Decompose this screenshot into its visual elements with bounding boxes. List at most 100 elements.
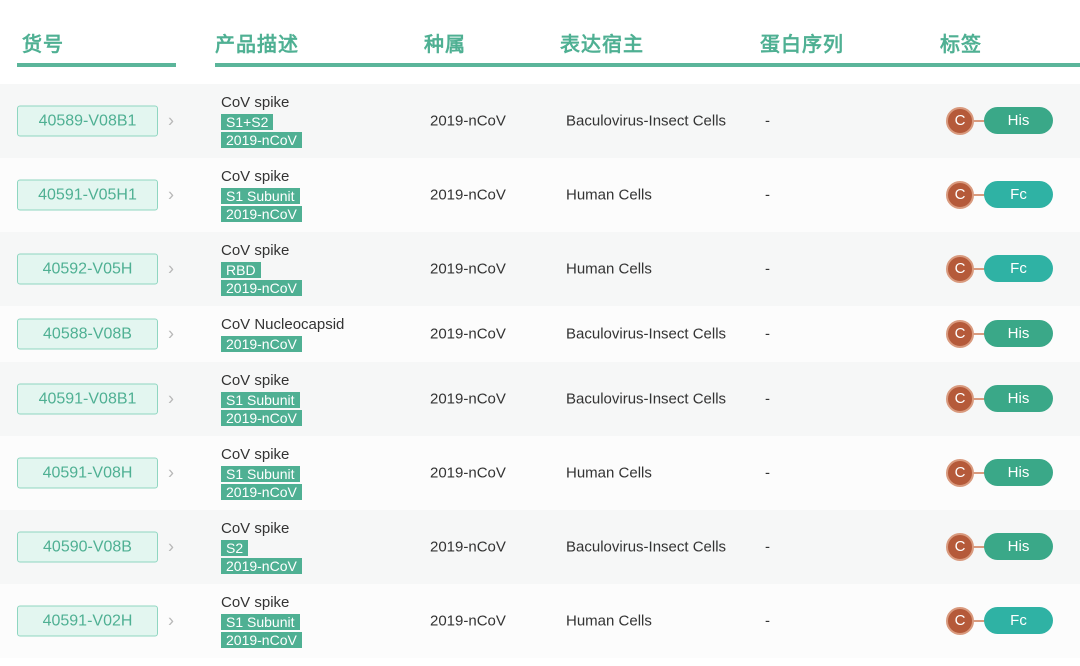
chevron-right-icon[interactable]: › (168, 324, 174, 345)
c-terminal-badge: C (946, 385, 974, 413)
c-terminal-badge: C (946, 607, 974, 635)
host-cell: Baculovirus-Insect Cells (566, 390, 727, 408)
host-cell: Baculovirus-Insect Cells (566, 112, 727, 130)
host-cell: Human Cells (566, 260, 652, 278)
label-pill: His (984, 385, 1053, 412)
table-row: 40592-V05H › CoV spike RBD 2019-nCoV 2019-nCo… (0, 232, 1080, 306)
product-description: CoV spike S2 2019-nCoV (221, 520, 302, 574)
product-table: 40589-V08B1 › CoV spike S1+S2 2019-nCoV 2019-… (0, 84, 1080, 658)
sku-button[interactable]: 40591-V08H (17, 457, 158, 489)
desc-tag: 2019-nCoV (221, 336, 302, 352)
sku-button[interactable]: 40592-V05H (17, 253, 158, 285)
host-cell: Human Cells (566, 464, 652, 482)
desc-tag: 2019-nCoV (221, 206, 302, 222)
description-text: CoV spike (221, 594, 290, 611)
desc-tag: 2019-nCoV (221, 132, 302, 148)
c-terminal-badge: C (946, 320, 974, 348)
sequence-cell: - (765, 390, 770, 408)
description-text: CoV spike (221, 372, 290, 389)
c-terminal-badge: C (946, 533, 974, 561)
label-tag: C Fc (946, 607, 1054, 635)
table-row: 40590-V08B › CoV spike S2 2019-nCoV 2019-nCoV… (0, 510, 1080, 584)
c-terminal-badge: C (946, 181, 974, 209)
header-label: 标签 (940, 34, 982, 56)
product-description: CoV Nucleocapsid 2019-nCoV (221, 316, 344, 352)
sku-button[interactable]: 40591-V05H1 (17, 179, 158, 211)
host-cell: Human Cells (566, 612, 652, 630)
label-pill: His (984, 459, 1053, 486)
desc-tag: S1 Subunit (221, 466, 300, 482)
product-description: CoV spike S1 Subunit 2019-nCoV (221, 168, 302, 222)
description-text: CoV spike (221, 446, 290, 463)
label-tag: C His (946, 385, 1054, 413)
label-tag: C His (946, 320, 1054, 348)
product-description: CoV spike S1 Subunit 2019-nCoV (221, 446, 302, 500)
host-cell: Human Cells (566, 186, 652, 204)
label-pill: His (984, 107, 1053, 134)
label-tag: C His (946, 533, 1054, 561)
desc-tag: S2 (221, 540, 249, 556)
species-cell: 2019-nCoV (430, 325, 506, 343)
chevron-right-icon[interactable]: › (168, 611, 174, 632)
product-description: CoV spike S1 Subunit 2019-nCoV (221, 372, 302, 426)
chevron-right-icon[interactable]: › (168, 389, 174, 410)
header-sequence: 蛋白序列 (760, 34, 844, 56)
label-tag: C His (946, 107, 1054, 135)
label-tag: C His (946, 459, 1054, 487)
species-cell: 2019-nCoV (430, 390, 506, 408)
description-text: CoV spike (221, 520, 290, 537)
sequence-cell: - (765, 112, 770, 130)
label-pill: Fc (984, 181, 1053, 208)
sku-button[interactable]: 40589-V08B1 (17, 105, 158, 137)
label-pill: His (984, 533, 1053, 560)
label-pill: His (984, 320, 1053, 347)
label-tag: C Fc (946, 255, 1054, 283)
chevron-right-icon[interactable]: › (168, 185, 174, 206)
sequence-cell: - (765, 464, 770, 482)
header-underline-main (215, 63, 1080, 67)
desc-tag: S1+S2 (221, 114, 274, 130)
desc-tag: RBD (221, 262, 261, 278)
table-row: 40589-V08B1 › CoV spike S1+S2 2019-nCoV 2019-… (0, 84, 1080, 158)
chevron-right-icon[interactable]: › (168, 463, 174, 484)
desc-tag: 2019-nCoV (221, 558, 302, 574)
desc-tag: 2019-nCoV (221, 484, 302, 500)
c-terminal-badge: C (946, 107, 974, 135)
sku-button[interactable]: 40590-V08B (17, 531, 158, 563)
sequence-cell: - (765, 538, 770, 556)
table-row: 40591-V08H › CoV spike S1 Subunit 2019-nCoV 2… (0, 436, 1080, 510)
chevron-right-icon[interactable]: › (168, 111, 174, 132)
table-header: 货号 产品描述 种属 表达宿主 蛋白序列 标签 (0, 0, 1080, 68)
chevron-right-icon[interactable]: › (168, 259, 174, 280)
header-underline-sku (17, 63, 176, 67)
sequence-cell: - (765, 260, 770, 278)
label-pill: Fc (984, 607, 1053, 634)
sku-button[interactable]: 40591-V08B1 (17, 383, 158, 415)
host-cell: Baculovirus-Insect Cells (566, 538, 727, 556)
product-description: CoV spike S1 Subunit 2019-nCoV (221, 594, 302, 648)
species-cell: 2019-nCoV (430, 260, 506, 278)
desc-tag: 2019-nCoV (221, 632, 302, 648)
desc-tag: S1 Subunit (221, 188, 300, 204)
desc-tag: S1 Subunit (221, 392, 300, 408)
table-row: 40591-V02H › CoV spike S1 Subunit 2019-nCoV 2… (0, 584, 1080, 658)
description-text: CoV spike (221, 94, 290, 111)
header-species: 种属 (424, 34, 466, 56)
label-tag: C Fc (946, 181, 1054, 209)
sku-button[interactable]: 40588-V08B (17, 318, 158, 350)
sku-button[interactable]: 40591-V02H (17, 605, 158, 637)
table-row: 40591-V08B1 › CoV spike S1 Subunit 2019-nCoV… (0, 362, 1080, 436)
chevron-right-icon[interactable]: › (168, 537, 174, 558)
sequence-cell: - (765, 612, 770, 630)
species-cell: 2019-nCoV (430, 186, 506, 204)
description-text: CoV spike (221, 242, 290, 259)
table-row: 40588-V08B › CoV Nucleocapsid 2019-nCoV 2019… (0, 306, 1080, 362)
species-cell: 2019-nCoV (430, 538, 506, 556)
header-host: 表达宿主 (560, 34, 644, 56)
header-sku: 货号 (22, 34, 64, 56)
header-description: 产品描述 (215, 34, 299, 56)
label-pill: Fc (984, 255, 1053, 282)
description-text: CoV spike (221, 168, 290, 185)
desc-tag: 2019-nCoV (221, 280, 302, 296)
species-cell: 2019-nCoV (430, 612, 506, 630)
